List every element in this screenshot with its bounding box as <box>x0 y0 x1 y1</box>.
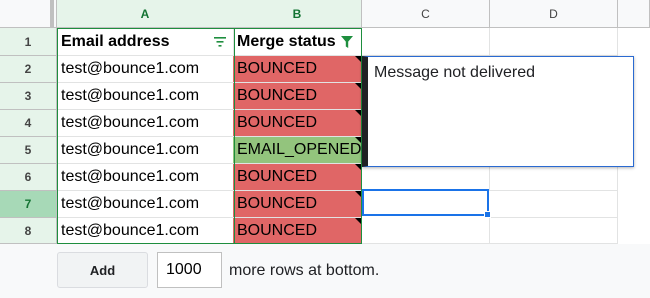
filter-icon[interactable] <box>214 37 226 47</box>
cell-d7[interactable] <box>490 191 618 218</box>
status-cell[interactable]: BOUNCED <box>233 191 362 218</box>
row-header-2[interactable]: 2 <box>0 56 57 83</box>
merge-status-header-label: Merge status <box>237 32 336 50</box>
email-cell[interactable]: test@bounce1.com <box>57 137 234 164</box>
email-cell[interactable]: test@bounce1.com <box>57 110 234 137</box>
filter-funnel-icon[interactable] <box>341 36 353 48</box>
select-all-corner[interactable] <box>0 0 57 29</box>
cell-a1[interactable]: Email address <box>57 28 234 56</box>
row-header-5[interactable]: 5 <box>0 137 57 164</box>
email-cell[interactable]: test@bounce1.com <box>57 83 234 110</box>
email-cell[interactable]: test@bounce1.com <box>57 164 234 191</box>
column-header-b[interactable]: B <box>233 0 362 28</box>
row-header-1[interactable]: 1 <box>0 28 57 56</box>
cell-c8[interactable] <box>362 218 490 244</box>
status-cell[interactable]: BOUNCED <box>233 164 362 191</box>
column-header-d[interactable]: D <box>490 0 618 28</box>
active-cell-c7[interactable] <box>362 189 489 216</box>
note-text: Message not delivered <box>374 64 535 81</box>
cell-c1[interactable] <box>362 28 490 56</box>
row-header-3[interactable]: 3 <box>0 83 57 110</box>
rows-count-input[interactable] <box>157 252 222 288</box>
fill-handle[interactable] <box>484 211 491 218</box>
row-header-6[interactable]: 6 <box>0 164 57 191</box>
column-header-e[interactable] <box>618 0 650 28</box>
cell-note-popup[interactable]: Message not delivered <box>362 56 634 167</box>
more-rows-label: more rows at bottom. <box>229 262 380 279</box>
cell-d8[interactable] <box>490 218 618 244</box>
row-header-7[interactable]: 7 <box>0 191 57 218</box>
row-header-4[interactable]: 4 <box>0 110 57 137</box>
status-cell[interactable]: BOUNCED <box>233 110 362 137</box>
column-header-c[interactable]: C <box>362 0 490 28</box>
email-cell[interactable]: test@bounce1.com <box>57 218 234 244</box>
email-cell[interactable]: test@bounce1.com <box>57 191 234 218</box>
cell-d1[interactable] <box>490 28 618 56</box>
status-cell[interactable]: EMAIL_OPENED <box>233 137 362 164</box>
row-header-8[interactable]: 8 <box>0 218 57 244</box>
column-header-a[interactable]: A <box>57 0 234 28</box>
status-cell[interactable]: BOUNCED <box>233 218 362 244</box>
status-cell[interactable]: BOUNCED <box>233 56 362 83</box>
add-rows-button[interactable]: Add <box>57 252 148 288</box>
status-cell[interactable]: BOUNCED <box>233 83 362 110</box>
email-cell[interactable]: test@bounce1.com <box>57 56 234 83</box>
cell-d6[interactable] <box>490 164 618 191</box>
cell-c6[interactable] <box>362 164 490 191</box>
email-header-label: Email address <box>61 32 170 50</box>
